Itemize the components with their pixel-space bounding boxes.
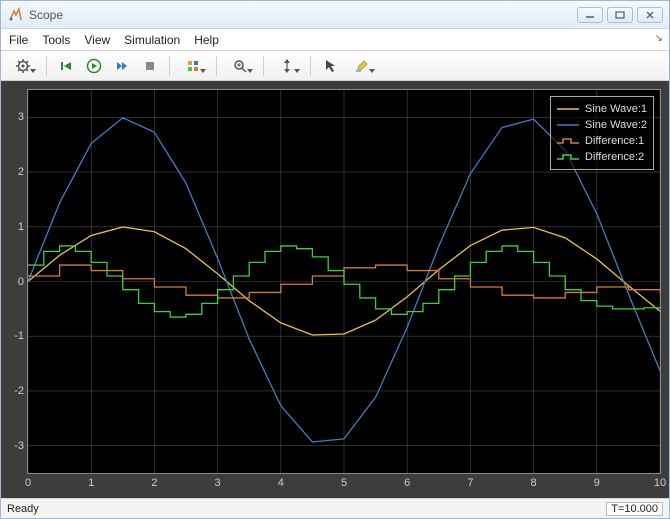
ytick-label: -3 <box>10 440 24 452</box>
statusbar: Ready T=10.000 <box>1 498 669 518</box>
legend-swatch <box>557 136 579 146</box>
menu-file[interactable]: File <box>9 33 28 47</box>
gear-icon <box>15 58 31 74</box>
legend[interactable]: Sine Wave:1 Sine Wave:2 Difference:1 Differ… <box>550 96 654 170</box>
window-controls <box>577 7 663 23</box>
scale-y-button[interactable] <box>271 55 303 77</box>
ytick-label: -2 <box>10 385 24 397</box>
menubar-overflow-icon[interactable]: ↘ <box>655 33 663 44</box>
window-title: Scope <box>29 8 577 22</box>
close-button[interactable] <box>637 7 663 23</box>
xtick-label: 8 <box>531 477 537 489</box>
play-icon <box>86 58 102 74</box>
legend-item[interactable]: Sine Wave:2 <box>557 117 647 133</box>
ytick-label: 2 <box>10 166 24 178</box>
plot-inner: Sine Wave:1 Sine Wave:2 Difference:1 Differ… <box>27 89 661 474</box>
trigger-icon <box>185 58 201 74</box>
step-forward-icon <box>114 58 130 74</box>
menu-view[interactable]: View <box>84 33 110 47</box>
toolbar <box>1 51 669 81</box>
plot-area: Sine Wave:1 Sine Wave:2 Difference:1 Differ… <box>1 81 669 498</box>
sim-time: T=10.000 <box>606 502 663 516</box>
legend-swatch <box>557 104 579 114</box>
step-back-button[interactable] <box>54 55 78 77</box>
xtick-label: 6 <box>404 477 410 489</box>
zoom-icon <box>232 58 248 74</box>
xtick-label: 10 <box>654 477 666 489</box>
status-text: Ready <box>7 503 606 515</box>
minimize-button[interactable] <box>577 7 603 23</box>
legend-swatch <box>557 120 579 130</box>
legend-item[interactable]: Difference:2 <box>557 149 647 165</box>
step-forward-button[interactable] <box>110 55 134 77</box>
xtick-label: 2 <box>151 477 157 489</box>
cursor-icon <box>322 58 338 74</box>
trigger-button[interactable] <box>177 55 209 77</box>
xtick-label: 9 <box>594 477 600 489</box>
cursors-button[interactable] <box>318 55 342 77</box>
highlight-icon <box>354 58 370 74</box>
xtick-label: 4 <box>278 477 284 489</box>
xtick-label: 3 <box>215 477 221 489</box>
stop-button[interactable] <box>138 55 162 77</box>
legend-label: Sine Wave:1 <box>585 103 647 115</box>
zoom-button[interactable] <box>224 55 256 77</box>
ytick-label: 1 <box>10 221 24 233</box>
maximize-button[interactable] <box>607 7 633 23</box>
xtick-label: 5 <box>341 477 347 489</box>
menubar: File Tools View Simulation Help ↘ <box>1 29 669 51</box>
ytick-label: -1 <box>10 330 24 342</box>
scale-y-icon <box>279 58 295 74</box>
run-button[interactable] <box>82 55 106 77</box>
menu-tools[interactable]: Tools <box>42 33 70 47</box>
legend-item[interactable]: Difference:1 <box>557 133 647 149</box>
ytick-label: 3 <box>10 111 24 123</box>
xtick-label: 1 <box>88 477 94 489</box>
menu-simulation[interactable]: Simulation <box>124 33 180 47</box>
legend-label: Sine Wave:2 <box>585 119 647 131</box>
highlight-button[interactable] <box>346 55 378 77</box>
xtick-label: 0 <box>25 477 31 489</box>
step-back-icon <box>58 58 74 74</box>
legend-label: Difference:2 <box>585 151 644 163</box>
scope-window: Scope File Tools View Simulation Help ↘ <box>0 0 670 519</box>
legend-swatch <box>557 152 579 162</box>
ytick-label: 0 <box>10 276 24 288</box>
menu-help[interactable]: Help <box>194 33 219 47</box>
titlebar: Scope <box>1 1 669 29</box>
matlab-icon <box>7 7 23 23</box>
xtick-label: 7 <box>467 477 473 489</box>
stop-icon <box>142 58 158 74</box>
legend-item[interactable]: Sine Wave:1 <box>557 101 647 117</box>
axes[interactable]: Sine Wave:1 Sine Wave:2 Difference:1 Differ… <box>27 89 661 474</box>
configure-button[interactable] <box>7 55 39 77</box>
legend-label: Difference:1 <box>585 135 644 147</box>
